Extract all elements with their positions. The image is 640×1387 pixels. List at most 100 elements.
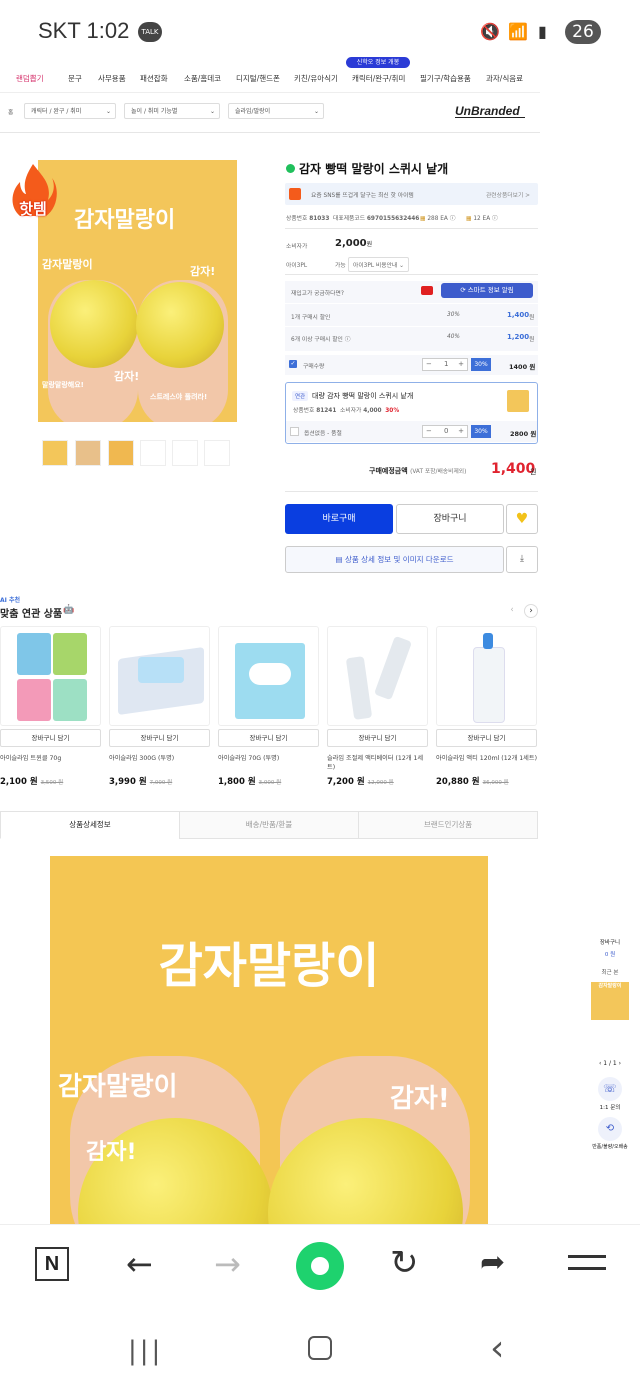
potato-ball-right [136,282,224,368]
related-card-1[interactable]: 장바구니 담기 아이슬라임 트윈클 70g 2,100 원 3,500 원 [0,626,101,787]
headset-icon[interactable]: ☏ [598,1077,622,1101]
ai-tag: AI 추천 [0,597,21,604]
plus-icon[interactable]: + [458,360,464,368]
add-to-cart-button[interactable]: 장바구니 [396,504,504,534]
next-arrow-icon[interactable]: › [524,604,538,618]
related-card-5[interactable]: 장바구니 담기 아이슬라임 액티 120ml (12개 1세트) 20,880 … [436,626,537,787]
minus-icon[interactable]: − [426,427,432,435]
nav-item-stationery[interactable]: 문구 [68,73,82,84]
side-return-label[interactable]: 반품/불량/오배송 [586,1143,634,1150]
breadcrumb-level-1[interactable]: 캐릭터 / 완구 / 취미 ⌄ [24,103,116,119]
discount2-price: 1,200 [507,333,530,341]
robot-icon: 🤖 [63,605,75,615]
smart-alert-button[interactable]: ⟳ 스마트 정보 알림 [441,283,533,298]
minus-icon[interactable]: − [426,360,432,368]
forward-arrow-icon[interactable]: → [214,1245,241,1283]
share-icon[interactable]: ➦ [480,1245,505,1280]
tab-shipping[interactable]: 배송/반품/환불 [179,811,359,839]
quantity-price: 1400 원 [509,363,536,371]
nav-item-fashion[interactable]: 패션잡화 [140,73,168,84]
youtube-icon[interactable] [421,286,433,295]
nav-item-office[interactable]: 사무용품 [98,73,126,84]
related-image-5[interactable] [436,626,537,726]
quantity-row: ✓ 구매수량 − 1 + 30% 1400 원 [285,355,538,375]
related-image-2[interactable] [109,626,210,726]
add-cart-button[interactable]: 장바구니 담기 [109,729,210,747]
menu-icon[interactable] [568,1255,606,1258]
related-image-1[interactable] [0,626,101,726]
refresh-icon[interactable]: ↻ [390,1243,419,1283]
nav-item-digital[interactable]: 디지털/핸드폰 [236,73,280,84]
related-card-2[interactable]: 장바구니 담기 아이슬라임 300G (투명) 3,990 원 7,000 원 [109,626,210,787]
related-card-4[interactable]: 장바구니 담기 슬라임 조절제 액티베이터 (12개 1세트) 7,200 원1… [327,626,428,787]
related-image-4[interactable] [327,626,428,726]
breadcrumb-level-2[interactable]: 놀이 / 취미 기능별 ⌄ [124,103,220,119]
breadcrumb-home[interactable]: 홈 [8,107,13,116]
add-cart-button[interactable]: 장바구니 담기 [218,729,319,747]
add-cart-button[interactable]: 장바구니 담기 [436,729,537,747]
thumbnail-1[interactable] [42,440,68,466]
download-icon[interactable]: ⤓ [506,546,538,573]
side-cart-label[interactable]: 장바구니 [586,938,634,946]
nav-item-kitchen[interactable]: 키친/유아식기 [294,73,338,84]
nav-item-homedeco[interactable]: 소품/홈데코 [184,73,221,84]
back-arrow-icon[interactable]: ← [126,1245,153,1283]
product-main-image[interactable]: 감자말랑이 감자말랑이 감자! 감자! 말랑말랑해요! 스트레스야 풀려라! [38,160,237,422]
side-recent-label: 최근 본 [601,970,619,976]
category-nav: 랜덤뽑기 문구 사무용품 패션잡화 소품/홈데코 디지털/핸드폰 키친/유아식기… [0,64,540,93]
sns-text: 요즘 SNS를 뜨겁게 달구는 최신 핫 아이템 [311,193,414,199]
side-chat-label[interactable]: 1:1 문의 [586,1103,634,1111]
green-dot-button[interactable] [296,1242,344,1290]
side-pager[interactable]: ‹ 1 / 1 › [586,1060,634,1067]
divider [285,491,538,492]
divider [0,132,540,133]
related-image-3[interactable] [218,626,319,726]
mall-cost-select[interactable]: 아이3PL 비용안내 ⌄ [348,257,409,272]
quantity-stepper[interactable]: − 1 + [422,358,468,371]
naver-home-icon[interactable]: N [35,1247,69,1281]
brand-underline [455,117,525,118]
nav-item-random[interactable]: 랜덤뽑기 [16,73,44,84]
mall-label: 아이3PL [286,263,308,269]
thumbnail-4[interactable] [140,440,166,466]
nav-item-writing[interactable]: 필기구/학습용품 [420,73,471,84]
image-sub2: 감자! [190,265,216,278]
recent-apps-icon[interactable]: ||| [128,1336,163,1366]
bulk-title: 대량 감자 빵떡 말랑이 스퀴시 낱개 [312,392,414,400]
plus-icon[interactable]: + [458,427,464,435]
back-icon[interactable]: ‹ [490,1328,504,1369]
add-cart-button[interactable]: 장바구니 담기 [0,729,101,747]
bulk-related-item[interactable]: 연관 대량 감자 빵떡 말랑이 스퀴시 낱개 상품번호 81241 소비자가 4… [285,382,538,444]
nav-item-character[interactable]: 캐릭터/완구/취미 [352,73,405,84]
download-info-button[interactable]: ▤ 상품 상세 정보 및 이미지 다운로드 [285,546,504,573]
tab-brand[interactable]: 브랜드인기상품 [358,811,538,839]
add-cart-button[interactable]: 장바구니 담기 [327,729,428,747]
option-stepper[interactable]: − 0 + [422,425,468,438]
thumbnail-2[interactable] [75,440,101,466]
related-price: 1,800 원 3,000 원 [218,777,282,787]
home-icon[interactable] [308,1336,332,1360]
return-icon[interactable]: ⟲ [598,1117,622,1141]
buy-now-button[interactable]: 바로구매 [285,504,393,534]
status-bar: SKT 1:02 TALK 🔇 📶 ▮ 26 [0,0,640,64]
heart-icon[interactable]: ♥ [506,504,538,534]
prev-arrow-icon[interactable]: ‹ [506,604,518,616]
related-price: 2,100 원 3,500 원 [0,777,64,787]
option-checkbox[interactable] [290,427,299,436]
thumbnail-5[interactable] [172,440,198,466]
image-sub1: 감자말랑이 [42,258,93,271]
hot-item-badge: 핫템 [8,162,58,224]
related-card-3[interactable]: 장바구니 담기 아이슬라임 70G (투명) 1,800 원 3,000 원 [218,626,319,787]
quantity-checkbox[interactable]: ✓ [289,360,297,368]
related-more-link[interactable]: 관련상품더보기 > [486,190,530,199]
battery-icon: 26 [565,20,601,44]
recent-thumbnail[interactable]: 감자말랑이 [591,982,629,1020]
nav-item-snacks[interactable]: 과자/식음료 [486,73,523,84]
breadcrumb-level-3[interactable]: 슬라임/말랑이 ⌄ [228,103,324,119]
tab-detail[interactable]: 상품상세정보 [0,811,180,839]
rep-code: 6970155632446 [366,216,420,222]
thumbnail-6[interactable] [204,440,230,466]
thumbnail-3[interactable] [108,440,134,466]
sns-banner[interactable]: 요즘 SNS를 뜨겁게 달구는 최신 핫 아이템 관련상품더보기 > [285,183,538,205]
brand-logo[interactable]: UnBranded [455,104,520,118]
